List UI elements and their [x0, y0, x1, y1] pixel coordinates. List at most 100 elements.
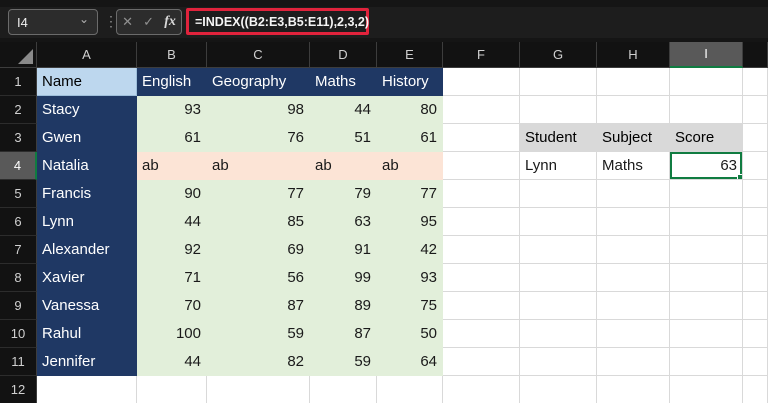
- cell-F12[interactable]: [443, 376, 520, 403]
- cell-D1[interactable]: Maths: [310, 68, 377, 96]
- cell-C8[interactable]: 56: [207, 264, 310, 292]
- cell-D7[interactable]: 91: [310, 236, 377, 264]
- cell-F3[interactable]: [443, 124, 520, 152]
- cell-F1[interactable]: [443, 68, 520, 96]
- cell-B10[interactable]: 100: [137, 320, 207, 348]
- cancel-icon[interactable]: ✕: [122, 14, 133, 30]
- chevron-down-icon[interactable]: ⌄: [79, 14, 89, 24]
- row-header-6[interactable]: 6: [0, 208, 37, 236]
- cell-H3[interactable]: Subject: [597, 124, 670, 152]
- cell-partial11[interactable]: [743, 348, 768, 376]
- cell-F6[interactable]: [443, 208, 520, 236]
- row-header-10[interactable]: 10: [0, 320, 37, 348]
- cell-B2[interactable]: 93: [137, 96, 207, 124]
- cell-A5[interactable]: Francis: [37, 180, 137, 208]
- cell-C5[interactable]: 77: [207, 180, 310, 208]
- cell-D6[interactable]: 63: [310, 208, 377, 236]
- cell-I3[interactable]: Score: [670, 124, 743, 152]
- cell-partial4[interactable]: [743, 152, 768, 180]
- cell-partial5[interactable]: [743, 180, 768, 208]
- cell-D2[interactable]: 44: [310, 96, 377, 124]
- cell-F10[interactable]: [443, 320, 520, 348]
- cell-D5[interactable]: 79: [310, 180, 377, 208]
- cell-partial1[interactable]: [743, 68, 768, 96]
- formula-input[interactable]: =INDEX((B2:E3,B5:E11),2,3,2): [189, 15, 369, 29]
- cell-I11[interactable]: [670, 348, 743, 376]
- cell-G5[interactable]: [520, 180, 597, 208]
- cell-F11[interactable]: [443, 348, 520, 376]
- cell-E10[interactable]: 50: [377, 320, 443, 348]
- cell-G11[interactable]: [520, 348, 597, 376]
- cell-H6[interactable]: [597, 208, 670, 236]
- cell-C7[interactable]: 69: [207, 236, 310, 264]
- column-header-D[interactable]: D: [310, 42, 377, 68]
- fill-handle[interactable]: [737, 174, 742, 179]
- cell-partial8[interactable]: [743, 264, 768, 292]
- cell-I2[interactable]: [670, 96, 743, 124]
- cell-E12[interactable]: [377, 376, 443, 403]
- cell-H1[interactable]: [597, 68, 670, 96]
- cell-A6[interactable]: Lynn: [37, 208, 137, 236]
- cell-E6[interactable]: 95: [377, 208, 443, 236]
- cell-A11[interactable]: Jennifer: [37, 348, 137, 376]
- cell-F8[interactable]: [443, 264, 520, 292]
- cell-H2[interactable]: [597, 96, 670, 124]
- cell-C10[interactable]: 59: [207, 320, 310, 348]
- cell-partial9[interactable]: [743, 292, 768, 320]
- cell-A3[interactable]: Gwen: [37, 124, 137, 152]
- row-header-2[interactable]: 2: [0, 96, 37, 124]
- cell-B3[interactable]: 61: [137, 124, 207, 152]
- cell-F2[interactable]: [443, 96, 520, 124]
- row-header-11[interactable]: 11: [0, 348, 37, 376]
- cell-A1[interactable]: Name: [37, 68, 137, 96]
- cell-D9[interactable]: 89: [310, 292, 377, 320]
- cell-G12[interactable]: [520, 376, 597, 403]
- cell-C6[interactable]: 85: [207, 208, 310, 236]
- cell-A12[interactable]: [37, 376, 137, 403]
- cell-B4[interactable]: ab: [137, 152, 207, 180]
- row-header-7[interactable]: 7: [0, 236, 37, 264]
- cell-B7[interactable]: 92: [137, 236, 207, 264]
- row-header-4[interactable]: 4: [0, 152, 37, 180]
- cell-E1[interactable]: History: [377, 68, 443, 96]
- cell-E4[interactable]: ab: [377, 152, 443, 180]
- column-header-H[interactable]: H: [597, 42, 670, 68]
- cell-E11[interactable]: 64: [377, 348, 443, 376]
- cell-H5[interactable]: [597, 180, 670, 208]
- cell-B11[interactable]: 44: [137, 348, 207, 376]
- cell-C4[interactable]: ab: [207, 152, 310, 180]
- column-header-A[interactable]: A: [37, 42, 137, 68]
- column-header-F[interactable]: F: [443, 42, 520, 68]
- cell-H7[interactable]: [597, 236, 670, 264]
- cell-C9[interactable]: 87: [207, 292, 310, 320]
- cell-partial3[interactable]: [743, 124, 768, 152]
- cell-B1[interactable]: English: [137, 68, 207, 96]
- cell-I6[interactable]: [670, 208, 743, 236]
- cell-A10[interactable]: Rahul: [37, 320, 137, 348]
- cell-G6[interactable]: [520, 208, 597, 236]
- row-header-12[interactable]: 12: [0, 376, 37, 403]
- cell-partial2[interactable]: [743, 96, 768, 124]
- cell-I10[interactable]: [670, 320, 743, 348]
- cell-G7[interactable]: [520, 236, 597, 264]
- column-header-G[interactable]: G: [520, 42, 597, 68]
- cell-H10[interactable]: [597, 320, 670, 348]
- cell-C3[interactable]: 76: [207, 124, 310, 152]
- cell-A4[interactable]: Natalia: [37, 152, 137, 180]
- cell-partial7[interactable]: [743, 236, 768, 264]
- cell-I5[interactable]: [670, 180, 743, 208]
- cell-H11[interactable]: [597, 348, 670, 376]
- cell-G10[interactable]: [520, 320, 597, 348]
- cell-A8[interactable]: Xavier: [37, 264, 137, 292]
- cell-C11[interactable]: 82: [207, 348, 310, 376]
- cell-E9[interactable]: 75: [377, 292, 443, 320]
- cell-G8[interactable]: [520, 264, 597, 292]
- cell-A2[interactable]: Stacy: [37, 96, 137, 124]
- cell-F9[interactable]: [443, 292, 520, 320]
- row-header-1[interactable]: 1: [0, 68, 37, 96]
- cell-C12[interactable]: [207, 376, 310, 403]
- cell-I12[interactable]: [670, 376, 743, 403]
- cell-D11[interactable]: 59: [310, 348, 377, 376]
- cell-B12[interactable]: [137, 376, 207, 403]
- cell-D8[interactable]: 99: [310, 264, 377, 292]
